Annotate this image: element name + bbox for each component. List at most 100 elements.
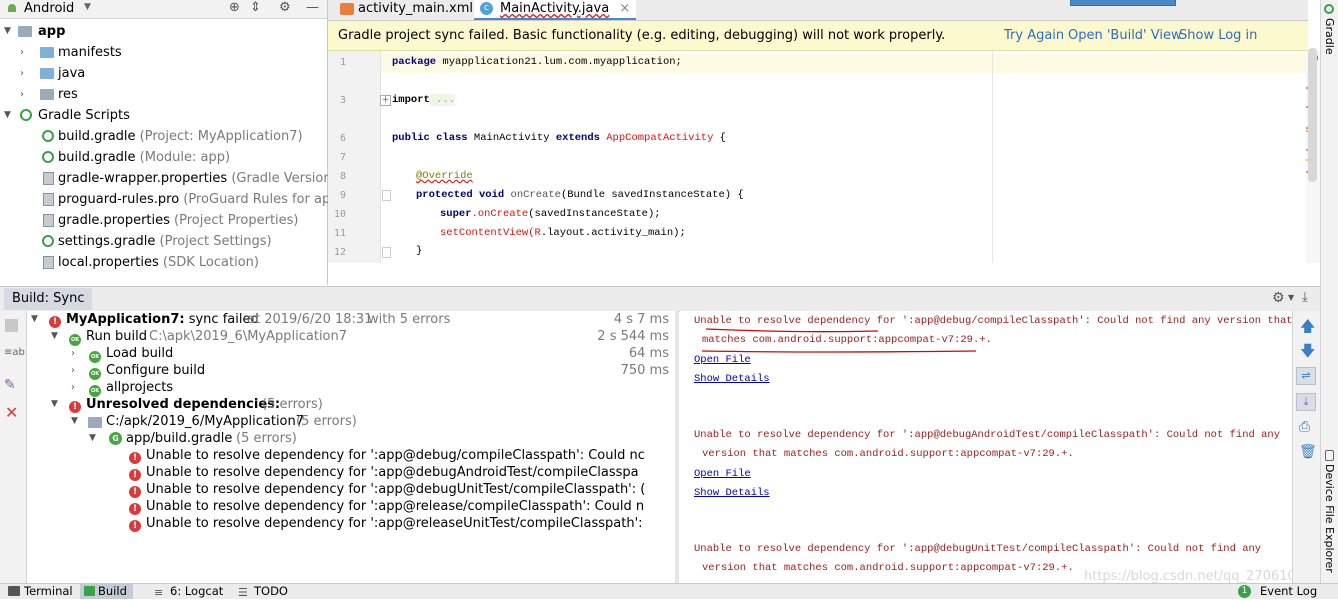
tab-build[interactable]: Build (80, 584, 133, 599)
fold-marker-icon[interactable] (382, 190, 391, 201)
build-row-label: Unable to resolve dependency for ':app@r… (146, 499, 645, 514)
build-tree-row-error[interactable]: ! Unable to resolve dependency for ':app… (27, 498, 675, 515)
device-file-explorer-tab[interactable]: Device File Explorer (1323, 464, 1336, 573)
tab-todo[interactable]: ☰ TODO (236, 584, 288, 599)
code-text: } (416, 245, 423, 257)
gradle-tool-tab[interactable]: Gradle (1323, 18, 1336, 55)
close-icon[interactable]: × (619, 1, 630, 16)
gear-icon[interactable]: ⚙ (1272, 290, 1285, 306)
build-tree-row-project-path[interactable]: ▼ C:/apk/2019_6/MyApplication7 (5 errors… (27, 413, 675, 430)
hide-panel-icon[interactable]: ⤓ (1302, 290, 1308, 305)
editor-scrollbar[interactable] (1308, 48, 1317, 182)
code-keyword: super (440, 208, 472, 220)
filter-icon[interactable]: ✎ (4, 377, 16, 393)
tab-label: MainActivity.java (500, 1, 610, 16)
toggle-view-icon[interactable]: ≡ab (4, 347, 25, 358)
code-area[interactable]: package myapplication21.lum.com.myapplic… (381, 51, 1308, 263)
tab-terminal[interactable]: Terminal (6, 584, 73, 599)
collapse-icon[interactable]: ⇕ (250, 0, 261, 15)
res-folder-icon (40, 89, 54, 100)
build-tree-row-app-build-gradle[interactable]: ▼ G app/build.gradle (5 errors) (27, 430, 675, 447)
open-build-view-link[interactable]: Open 'Build' View (1068, 21, 1182, 50)
event-count-badge: 1 (1238, 585, 1251, 598)
stop-icon[interactable] (5, 319, 18, 332)
open-file-link[interactable]: Open File (694, 468, 751, 480)
chevron-down-icon[interactable]: ▼ (31, 311, 38, 328)
build-tree-row-error[interactable]: ! Unable to resolve dependency for ':app… (27, 481, 675, 498)
try-again-link[interactable]: Try Again (1004, 21, 1064, 50)
module-folder-icon (88, 417, 102, 428)
tree-item-label: Gradle Scripts (38, 108, 130, 123)
chevron-right-icon[interactable]: › (71, 362, 75, 379)
error-icon: ! (129, 486, 141, 498)
line-number: 11 (333, 228, 346, 239)
line-number: 9 (339, 190, 346, 201)
chevron-right-icon[interactable]: › (20, 84, 24, 105)
down-arrow-icon[interactable]: 🡇 (1300, 341, 1315, 366)
build-tree-row-load-build[interactable]: › OK Load build 64 ms (27, 345, 675, 363)
build-tree-row-unresolved[interactable]: ▼ ! Unresolved dependencies: (5 errors) (27, 396, 675, 413)
fold-expand-icon[interactable]: + (380, 95, 391, 106)
build-tree-row-root[interactable]: ▼ ! MyApplication7: sync failed at 2019/… (27, 311, 675, 328)
editor-gutter: 1 3 6 7 8 9 10 11 12 + (328, 51, 391, 263)
module-folder-icon (18, 26, 32, 37)
error-icon: ! (129, 503, 141, 515)
print-icon[interactable]: ⎙ (1299, 419, 1310, 435)
chevron-down-icon[interactable]: ▼ (89, 430, 96, 447)
chevron-right-icon[interactable]: › (71, 345, 75, 362)
build-tree-row-error[interactable]: ! Unable to resolve dependency for ':app… (27, 447, 675, 464)
chevron-down-icon[interactable]: ▼ (4, 21, 11, 42)
build-tree-row-run-build[interactable]: ▼ OK Run build C:\apk\2019_6\MyApplicati… (27, 328, 675, 346)
soft-wrap-icon[interactable]: ⇌ (1296, 367, 1316, 385)
gradle-file-icon: G (109, 432, 122, 445)
build-row-label: Unable to resolve dependency for ':app@d… (146, 482, 646, 497)
build-row-label: Load build (106, 346, 174, 361)
terminal-icon (8, 586, 20, 596)
fold-marker-icon[interactable] (382, 247, 391, 258)
gradle-icon[interactable] (1324, 4, 1334, 14)
chevron-right-icon[interactable]: › (20, 63, 24, 84)
build-row-label: allprojects (106, 380, 174, 395)
tab-mainactivity-java[interactable]: c MainActivity.java × (474, 0, 636, 20)
chevron-down-icon[interactable]: ▼ (4, 105, 11, 126)
chevron-right-icon[interactable]: › (71, 379, 75, 396)
code-error-symbol: setContentView (440, 227, 529, 239)
device-icon[interactable] (1325, 450, 1334, 461)
chevron-down-icon[interactable]: ▼ (71, 413, 78, 430)
build-tree-row-configure-build[interactable]: › OK Configure build 750 ms (27, 362, 675, 380)
up-arrow-icon[interactable]: 🡅 (1300, 316, 1315, 341)
build-row-label: app/build.gradle (126, 431, 233, 446)
tab-label: Terminal (24, 584, 73, 598)
scroll-to-end-icon[interactable]: ⤓ (1296, 393, 1316, 411)
build-row-label: Configure build (106, 363, 206, 378)
open-file-link[interactable]: Open File (694, 354, 751, 366)
code-method: onCreate (504, 189, 561, 201)
show-details-link[interactable]: Show Details (694, 373, 770, 385)
hide-icon[interactable]: — (306, 0, 319, 15)
tab-event-log[interactable]: 1 Event Log (1238, 584, 1317, 599)
build-tree-row-error[interactable]: ! Unable to resolve dependency for ':app… (27, 515, 675, 532)
tab-build-sync[interactable]: Build: Sync (4, 288, 93, 310)
build-tree-row-allprojects[interactable]: › OK allprojects (27, 379, 675, 397)
build-tree-row-error[interactable]: ! Unable to resolve dependency for ':app… (27, 464, 675, 481)
tab-logcat[interactable]: ≡ 6: Logcat (152, 584, 223, 599)
show-details-link[interactable]: Show Details (694, 487, 770, 499)
view-selector[interactable]: Android (24, 1, 74, 16)
tree-item-label: res (58, 87, 78, 102)
chevron-down-icon[interactable]: ▼ (84, 2, 91, 12)
chevron-down-icon[interactable]: ▼ (51, 396, 58, 413)
line-number: 6 (339, 133, 346, 144)
panel-splitter[interactable] (675, 311, 679, 583)
close-icon[interactable]: ✕ (5, 403, 18, 422)
line-number: 8 (339, 171, 346, 182)
trash-icon[interactable]: 🗑 (1299, 444, 1317, 460)
folder-icon (40, 47, 54, 58)
target-icon[interactable]: ⊕ (229, 0, 240, 15)
gear-icon[interactable]: ⚙ (279, 0, 291, 15)
file-icon (43, 193, 54, 206)
build-output-console[interactable]: Unable to resolve dependency for ':app@d… (680, 311, 1292, 583)
chevron-down-icon[interactable]: ▼ (1288, 293, 1294, 302)
chevron-down-icon[interactable]: ▼ (51, 328, 58, 345)
chevron-right-icon[interactable]: › (20, 42, 24, 63)
tab-activity-main-xml[interactable]: activity_main.xml × (332, 0, 494, 34)
